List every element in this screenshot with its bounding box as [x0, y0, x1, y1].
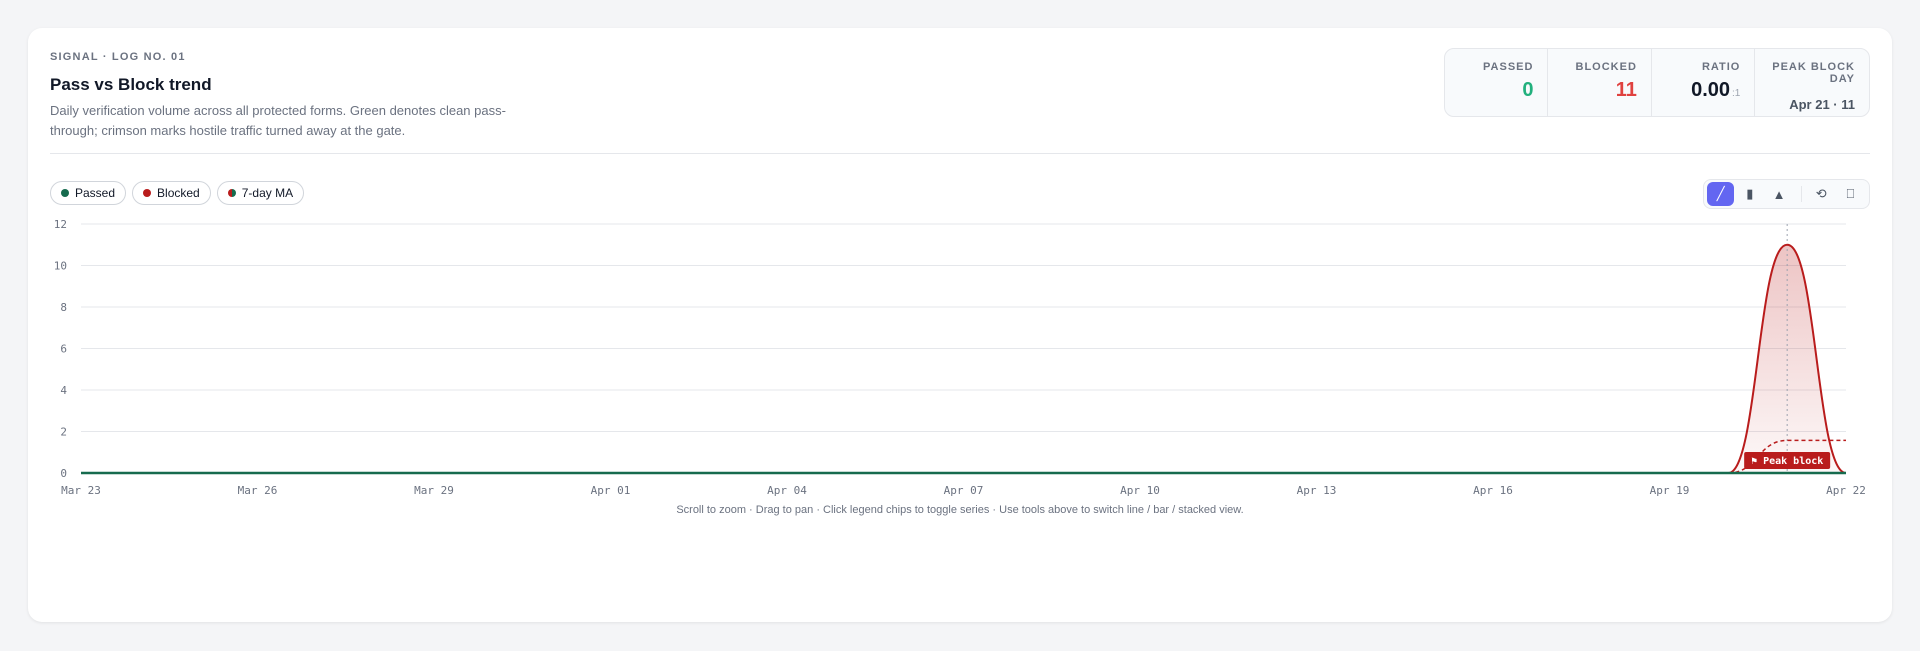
peak-annotation-label: ⚑ Peak block	[1751, 456, 1823, 467]
stat-ratio-label: RATIO	[1701, 61, 1741, 73]
passed-dot-icon	[61, 189, 69, 197]
stat-peak: PEAK BLOCK DAY Apr 21 · 11	[1755, 49, 1869, 116]
chart-subtitle: Daily verification volume across all pro…	[50, 103, 506, 138]
chart-card: SIGNAL · LOG NO. 01 Pass vs Block trend …	[28, 28, 1892, 622]
blocked-dot-icon	[143, 189, 152, 197]
toolbar-separator	[1800, 186, 1802, 202]
stats-panel: PASSED 0 BLOCKED 11 RATIO 0.00:1 PEAK BL…	[1444, 48, 1870, 117]
legend-passed-label: Passed	[75, 186, 116, 200]
x-tick-label: Apr 10	[1120, 484, 1160, 496]
stat-peak-label: PEAK BLOCK DAY	[1772, 61, 1855, 85]
x-tick-label: Apr 16	[1473, 484, 1513, 496]
eyebrow-label: SIGNAL · LOG NO. 01	[50, 51, 186, 63]
y-tick-label: 4	[60, 384, 67, 397]
x-tick-label: Mar 29	[414, 484, 454, 496]
stat-peak-value: Apr 21 · 11	[1789, 97, 1855, 112]
legend-ma-label: 7-day MA	[241, 186, 294, 200]
header-divider	[50, 153, 1870, 154]
x-tick-label: Apr 04	[767, 484, 807, 496]
chart-toolbar: ╱ ▮ ▲ ⟲ ⎕	[1703, 179, 1870, 209]
reset-zoom-button[interactable]: ⟲	[1808, 182, 1835, 206]
line-view-button[interactable]: ╱	[1707, 182, 1735, 206]
legend-chip-blocked[interactable]: Blocked	[132, 181, 211, 205]
x-tick-label: Apr 07	[944, 484, 984, 496]
interaction-hint: Scroll to zoom · Drag to pan · Click leg…	[676, 504, 1244, 516]
stat-ratio: RATIO 0.00:1	[1652, 49, 1756, 116]
y-tick-label: 12	[54, 218, 67, 231]
x-tick-label: Apr 22	[1826, 484, 1866, 496]
x-tick-label: Apr 13	[1297, 484, 1337, 496]
stat-passed-value: 0	[1522, 79, 1534, 101]
chart-area[interactable]: 0 2 4 6 8 10 12 Mar 23 Mar 26 Mar 29 Apr 01 Apr 04 A…	[28, 206, 1892, 496]
stacked-view-button[interactable]: ▲	[1765, 182, 1792, 206]
stat-passed-label: PASSED	[1483, 61, 1534, 73]
legend: Passed Blocked 7-day MA	[50, 181, 305, 205]
stat-ratio-value: 0.00:1	[1666, 79, 1740, 102]
y-tick-label: 10	[54, 260, 67, 273]
stat-blocked-value: 11	[1615, 79, 1637, 101]
stat-ratio-suffix: :1	[1732, 88, 1741, 99]
x-tick-label: Mar 23	[61, 484, 101, 496]
legend-chip-ma[interactable]: 7-day MA	[216, 181, 305, 205]
bar-view-button[interactable]: ▮	[1736, 182, 1763, 206]
blocked-area	[81, 244, 1846, 473]
y-tick-label: 8	[60, 301, 67, 314]
stat-blocked-label: BLOCKED	[1575, 61, 1637, 73]
x-tick-label: Mar 26	[238, 484, 278, 496]
export-button[interactable]: ⎕	[1837, 182, 1864, 206]
blocked-series-line	[80, 243, 1847, 475]
legend-blocked-label: Blocked	[157, 186, 200, 200]
y-tick-label: 0	[60, 467, 67, 480]
legend-chip-passed[interactable]: Passed	[50, 181, 127, 205]
stat-ratio-number: 0.00	[1691, 79, 1731, 101]
x-tick-label: Apr 19	[1650, 484, 1690, 496]
ma-dot-icon	[227, 189, 236, 197]
x-tick-label: Apr 01	[591, 484, 631, 496]
y-tick-label: 2	[60, 426, 67, 439]
stat-blocked: BLOCKED 11	[1548, 49, 1652, 116]
chart-title: Pass vs Block trend	[50, 75, 212, 94]
stat-passed: PASSED 0	[1445, 49, 1549, 116]
y-tick-label: 6	[60, 343, 67, 356]
